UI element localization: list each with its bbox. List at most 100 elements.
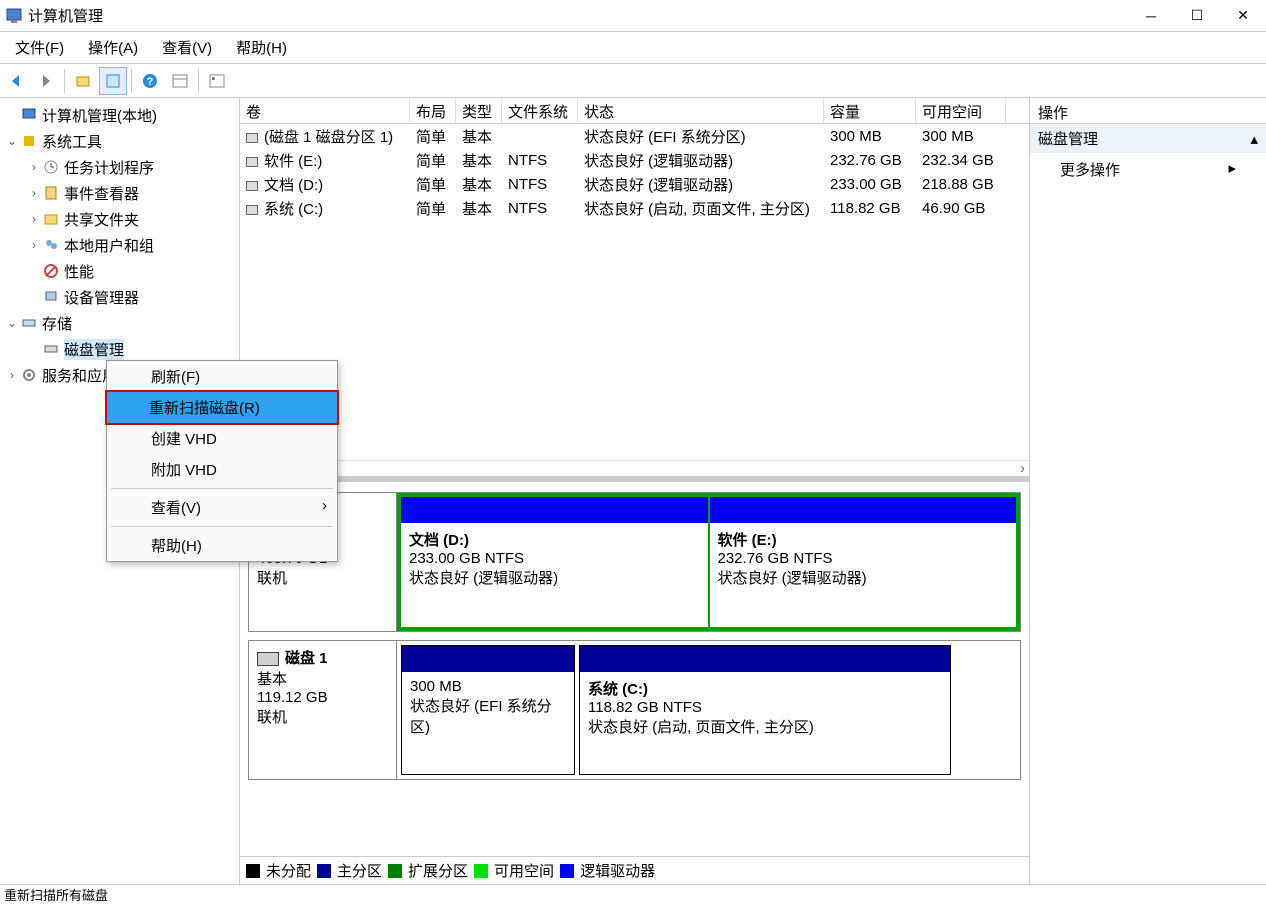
partition-header bbox=[710, 497, 1017, 523]
disk-type: 基本 bbox=[257, 668, 388, 689]
vol-layout: 简单 bbox=[410, 197, 456, 220]
col-capacity[interactable]: 容量 bbox=[824, 98, 916, 123]
tree-local-users[interactable]: › 本地用户和组 bbox=[0, 232, 239, 258]
properties-button[interactable] bbox=[99, 67, 127, 95]
col-layout[interactable]: 布局 bbox=[410, 98, 456, 123]
center-pane: 卷 布局 类型 文件系统 状态 容量 可用空间 (磁盘 1 磁盘分区 1) 简单… bbox=[240, 98, 1030, 884]
volume-list-header: 卷 布局 类型 文件系统 状态 容量 可用空间 bbox=[240, 98, 1029, 124]
tree-system-tools[interactable]: ⌄ 系统工具 bbox=[0, 128, 239, 154]
event-icon bbox=[42, 184, 60, 202]
partition-e[interactable]: 软件 (E:) 232.76 GB NTFS 状态良好 (逻辑驱动器) bbox=[709, 496, 1018, 628]
back-button[interactable] bbox=[2, 67, 30, 95]
disk-1-row[interactable]: 磁盘 1 基本 119.12 GB 联机 300 MB 状态良好 (EFI 系统… bbox=[248, 640, 1021, 780]
chevron-up-icon: ▴ bbox=[1250, 130, 1258, 148]
ctx-help[interactable]: 帮助(H) bbox=[107, 530, 337, 561]
vol-name: (磁盘 1 磁盘分区 1) bbox=[264, 129, 393, 146]
disk-name: 磁盘 1 bbox=[285, 650, 328, 667]
menu-help[interactable]: 帮助(H) bbox=[224, 33, 299, 62]
vol-cap: 118.82 GB bbox=[824, 199, 916, 218]
legend-label: 主分区 bbox=[337, 860, 382, 881]
disk-state: 联机 bbox=[257, 567, 388, 588]
forward-button[interactable] bbox=[32, 67, 60, 95]
ctx-view[interactable]: 查看(V)› bbox=[107, 492, 337, 523]
maximize-button[interactable]: ☐ bbox=[1174, 1, 1220, 31]
app-icon bbox=[6, 8, 22, 24]
col-filesystem[interactable]: 文件系统 bbox=[502, 98, 578, 123]
partition-status: 状态良好 (EFI 系统分区) bbox=[410, 695, 566, 737]
disk-size: 119.12 GB bbox=[257, 689, 388, 706]
view-detail-button[interactable] bbox=[203, 67, 231, 95]
drive-icon bbox=[246, 205, 258, 215]
tools-icon bbox=[20, 132, 38, 150]
actions-more[interactable]: 更多操作 ▸ bbox=[1030, 153, 1266, 186]
volume-row[interactable]: 软件 (E:) 简单 基本 NTFS 状态良好 (逻辑驱动器) 232.76 G… bbox=[240, 148, 1029, 172]
tree-storage[interactable]: ⌄ 存储 bbox=[0, 310, 239, 336]
minimize-button[interactable]: ─ bbox=[1128, 1, 1174, 31]
disk-0-row[interactable]: 基本 465.76 GB 联机 文档 (D:) 233.00 GB NTFS 状… bbox=[248, 492, 1021, 632]
partition-name: 文档 (D:) bbox=[409, 529, 700, 550]
volume-row[interactable]: 系统 (C:) 简单 基本 NTFS 状态良好 (启动, 页面文件, 主分区) … bbox=[240, 196, 1029, 220]
ctx-refresh[interactable]: 刷新(F) bbox=[107, 361, 337, 392]
legend-label: 可用空间 bbox=[494, 860, 554, 881]
vol-status: 状态良好 (启动, 页面文件, 主分区) bbox=[578, 197, 824, 220]
col-type[interactable]: 类型 bbox=[456, 98, 502, 123]
vol-layout: 简单 bbox=[410, 173, 456, 196]
actions-disk-management[interactable]: 磁盘管理 ▴ bbox=[1030, 124, 1266, 153]
menu-file[interactable]: 文件(F) bbox=[3, 33, 76, 62]
menubar: 文件(F) 操作(A) 查看(V) 帮助(H) bbox=[0, 32, 1266, 64]
disk-1-info: 磁盘 1 基本 119.12 GB 联机 bbox=[249, 641, 397, 779]
tree-shared-folders[interactable]: › 共享文件夹 bbox=[0, 206, 239, 232]
actions-header: 操作 bbox=[1030, 98, 1266, 124]
computer-icon bbox=[20, 106, 38, 124]
vol-free: 232.34 GB bbox=[916, 151, 1006, 170]
actions-pane: 操作 磁盘管理 ▴ 更多操作 ▸ bbox=[1030, 98, 1266, 884]
menu-action[interactable]: 操作(A) bbox=[76, 33, 150, 62]
chevron-right-icon: › bbox=[322, 497, 327, 514]
partition-name: 系统 (C:) bbox=[588, 678, 942, 699]
ctx-separator bbox=[111, 488, 333, 489]
context-menu: 刷新(F) 重新扫描磁盘(R) 创建 VHD 附加 VHD 查看(V)› 帮助(… bbox=[106, 360, 338, 562]
partition-d[interactable]: 文档 (D:) 233.00 GB NTFS 状态良好 (逻辑驱动器) bbox=[400, 496, 709, 628]
volume-list: (磁盘 1 磁盘分区 1) 简单 基本 状态良好 (EFI 系统分区) 300 … bbox=[240, 124, 1029, 220]
vol-status: 状态良好 (逻辑驱动器) bbox=[578, 173, 824, 196]
ctx-create-vhd[interactable]: 创建 VHD bbox=[107, 423, 337, 454]
vol-type: 基本 bbox=[456, 125, 502, 148]
up-button[interactable] bbox=[69, 67, 97, 95]
partition-efi[interactable]: 300 MB 状态良好 (EFI 系统分区) bbox=[401, 645, 575, 775]
ctx-rescan-disks[interactable]: 重新扫描磁盘(R) bbox=[105, 390, 339, 425]
col-status[interactable]: 状态 bbox=[578, 98, 824, 123]
vol-cap: 233.00 GB bbox=[824, 175, 916, 194]
titlebar: 计算机管理 ─ ☐ ✕ bbox=[0, 0, 1266, 32]
tree-disk-management[interactable]: 磁盘管理 bbox=[0, 336, 239, 362]
vol-status: 状态良好 (EFI 系统分区) bbox=[578, 125, 824, 148]
vol-fs: NTFS bbox=[502, 199, 578, 218]
partition-c[interactable]: 系统 (C:) 118.82 GB NTFS 状态良好 (启动, 页面文件, 主… bbox=[579, 645, 951, 775]
tree-device-manager[interactable]: 设备管理器 bbox=[0, 284, 239, 310]
tree-label: 事件查看器 bbox=[64, 183, 139, 204]
tree-task-scheduler[interactable]: › 任务计划程序 bbox=[0, 154, 239, 180]
partition-header bbox=[580, 646, 950, 672]
legend-label: 未分配 bbox=[266, 860, 311, 881]
close-button[interactable]: ✕ bbox=[1220, 1, 1266, 31]
disk-icon bbox=[257, 652, 279, 666]
col-free[interactable]: 可用空间 bbox=[916, 98, 1006, 123]
horizontal-scrollbar[interactable]: › bbox=[240, 460, 1029, 476]
volume-row[interactable]: (磁盘 1 磁盘分区 1) 简单 基本 状态良好 (EFI 系统分区) 300 … bbox=[240, 124, 1029, 148]
col-volume[interactable]: 卷 bbox=[240, 98, 410, 123]
partition-info: 232.76 GB NTFS bbox=[718, 550, 1009, 567]
tree-root[interactable]: 计算机管理(本地) bbox=[0, 102, 239, 128]
view-list-button[interactable] bbox=[166, 67, 194, 95]
vol-layout: 简单 bbox=[410, 125, 456, 148]
tree-performance[interactable]: 性能 bbox=[0, 258, 239, 284]
disk-1-partitions: 300 MB 状态良好 (EFI 系统分区) 系统 (C:) 118.82 GB… bbox=[397, 641, 1020, 779]
volume-row[interactable]: 文档 (D:) 简单 基本 NTFS 状态良好 (逻辑驱动器) 233.00 G… bbox=[240, 172, 1029, 196]
menu-view[interactable]: 查看(V) bbox=[150, 33, 224, 62]
clock-icon bbox=[42, 158, 60, 176]
help-button[interactable]: ? bbox=[136, 67, 164, 95]
vol-type: 基本 bbox=[456, 197, 502, 220]
tree-event-viewer[interactable]: › 事件查看器 bbox=[0, 180, 239, 206]
legend-swatch-primary bbox=[317, 864, 331, 878]
partition-status: 状态良好 (启动, 页面文件, 主分区) bbox=[588, 716, 942, 737]
tree-label: 设备管理器 bbox=[64, 287, 139, 308]
ctx-attach-vhd[interactable]: 附加 VHD bbox=[107, 454, 337, 485]
